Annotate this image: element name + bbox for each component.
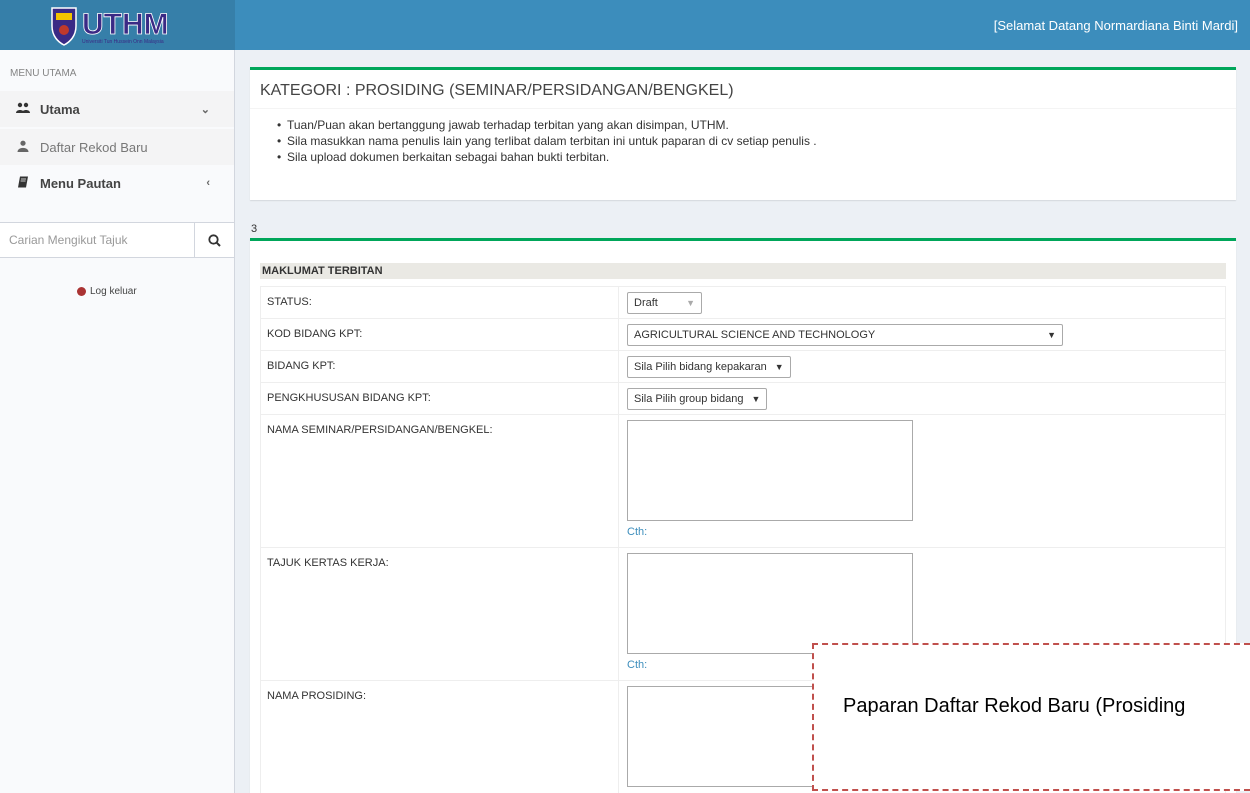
- note-item: Tuan/Puan akan bertanggung jawab terhada…: [277, 117, 1236, 133]
- logout-link[interactable]: Log keluar: [77, 286, 137, 297]
- sidebar-item-label: Daftar Rekod Baru: [40, 139, 148, 155]
- logout-label: Log keluar: [90, 286, 137, 297]
- search-button[interactable]: [194, 223, 234, 257]
- menu-header: MENU UTAMA: [10, 68, 77, 79]
- status-label: STATUS:: [260, 286, 619, 319]
- nama-seminar-label: NAMA SEMINAR/PERSIDANGAN/BENGKEL:: [260, 414, 619, 548]
- box-number: 3: [251, 223, 258, 235]
- category-info-box: KATEGORI : PROSIDING (SEMINAR/PERSIDANGA…: [250, 67, 1236, 200]
- sidebar-item-utama[interactable]: Utama ⌄: [0, 91, 234, 127]
- logo-text: UTHM: [82, 8, 169, 41]
- caret-down-icon: ▼: [1047, 330, 1056, 340]
- tajuk-textarea[interactable]: [627, 553, 913, 654]
- category-title: KATEGORI : PROSIDING (SEMINAR/PERSIDANGA…: [250, 70, 1236, 109]
- notes-list: Tuan/Puan akan bertanggung jawab terhada…: [250, 109, 1236, 165]
- nama-seminar-hint: Cth:: [627, 526, 648, 538]
- sidebar-item-label: Utama: [40, 101, 80, 117]
- logo-subtitle: Universiti Tun Hussein Onn Malaysia: [82, 39, 164, 45]
- section-title: MAKLUMAT TERBITAN: [260, 263, 1226, 279]
- sidebar: MENU UTAMA Utama ⌄ Daftar Rekod Baru Men…: [0, 50, 235, 793]
- uthm-logo-icon: UTHM Universiti Tun Hussein Onn Malaysia: [51, 7, 169, 46]
- form-row-pengkhususan: PENGKHUSUSAN BIDANG KPT: Sila Pilih grou…: [260, 382, 1226, 415]
- nama-seminar-textarea[interactable]: [627, 420, 913, 521]
- form-row-nama-seminar: NAMA SEMINAR/PERSIDANGAN/BENGKEL: Cth:: [260, 414, 1226, 548]
- nama-prosiding-label: NAMA PROSIDING:: [260, 680, 619, 793]
- tajuk-label: TAJUK KERTAS KERJA:: [260, 547, 619, 681]
- book-icon: [16, 176, 30, 191]
- pengkhususan-value: Sila Pilih group bidang: [634, 393, 744, 405]
- pengkhususan-label: PENGKHUSUSAN BIDANG KPT:: [260, 382, 619, 415]
- chevron-down-icon: ⌄: [200, 103, 210, 116]
- form-row-bidang: BIDANG KPT: Sila Pilih bidang kepakaran ▼: [260, 350, 1226, 383]
- pengkhususan-select[interactable]: Sila Pilih group bidang ▼: [627, 388, 768, 410]
- annotation-callout: Paparan Daftar Rekod Baru (Prosiding: [812, 643, 1250, 791]
- chevron-left-icon: ‹: [206, 177, 210, 189]
- bidang-select[interactable]: Sila Pilih bidang kepakaran ▼: [627, 356, 791, 378]
- status-select[interactable]: Draft ▼: [627, 292, 702, 314]
- caret-down-icon: ▼: [686, 298, 695, 308]
- uthm-logo[interactable]: UTHM Universiti Tun Hussein Onn Malaysia: [0, 0, 235, 50]
- users-icon: [16, 102, 30, 117]
- note-item: Sila upload dokumen berkaitan sebagai ba…: [277, 149, 1236, 165]
- status-value: Draft: [634, 297, 658, 309]
- kod-bidang-select[interactable]: AGRICULTURAL SCIENCE AND TECHNOLOGY ▼: [627, 324, 1063, 346]
- kod-bidang-label: KOD BIDANG KPT:: [260, 318, 619, 351]
- form-row-status: STATUS: Draft ▼: [260, 286, 1226, 319]
- bidang-value: Sila Pilih bidang kepakaran: [634, 361, 767, 373]
- sidebar-item-menu-pautan[interactable]: Menu Pautan ‹: [0, 165, 234, 201]
- top-navbar: UTHM Universiti Tun Hussein Onn Malaysia…: [0, 0, 1250, 50]
- form-row-kod-bidang: KOD BIDANG KPT: AGRICULTURAL SCIENCE AND…: [260, 318, 1226, 351]
- bidang-label: BIDANG KPT:: [260, 350, 619, 383]
- search-input[interactable]: [0, 223, 194, 257]
- sidebar-item-daftar-rekod-baru[interactable]: Daftar Rekod Baru: [0, 129, 234, 165]
- note-item: Sila masukkan nama penulis lain yang ter…: [277, 133, 1236, 149]
- sidebar-search: [0, 222, 234, 258]
- annotation-text: Paparan Daftar Rekod Baru (Prosiding: [843, 695, 1186, 717]
- logout-dot-icon: [77, 287, 86, 296]
- caret-down-icon: ▼: [774, 362, 784, 372]
- welcome-message[interactable]: [Selamat Datang Normardiana Binti Mardi]: [994, 18, 1238, 33]
- caret-down-icon: ▼: [751, 394, 761, 404]
- kod-bidang-value: AGRICULTURAL SCIENCE AND TECHNOLOGY: [634, 329, 876, 341]
- sidebar-item-label: Menu Pautan: [40, 175, 121, 191]
- search-icon: [208, 233, 221, 247]
- user-icon: [16, 140, 30, 155]
